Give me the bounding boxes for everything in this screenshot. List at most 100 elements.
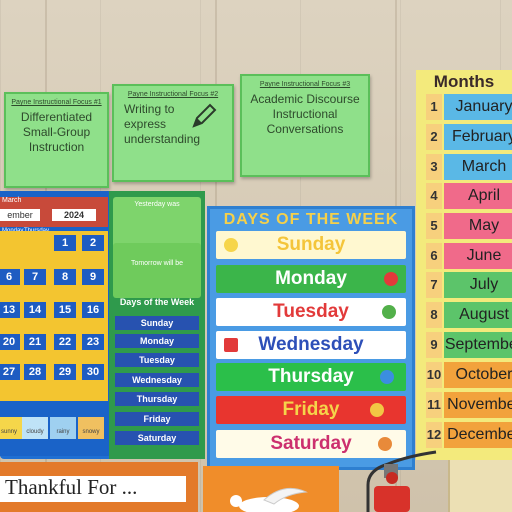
month-number: 2 <box>426 124 442 150</box>
date-cell: 2 <box>82 235 104 251</box>
month-number: 8 <box>426 302 442 328</box>
focus-card-3: Payne Instructional Focus #3 Academic Di… <box>240 74 370 177</box>
months-chart: Months 1 January 2 February 3 March 4 April 5 May… <box>416 70 512 460</box>
calendar-header: March ember 2024 <box>0 197 108 227</box>
day-strip-friday: Friday <box>216 396 406 424</box>
month-name: December <box>444 422 512 448</box>
months-title: Months <box>433 72 495 91</box>
month-row: 5 May <box>426 213 512 239</box>
week-chart-title: DAYS OF THE WEEK <box>223 211 399 228</box>
month-row: 12December <box>426 422 512 448</box>
dow-item: Wednesday <box>115 373 199 387</box>
day-label: Thursday <box>268 366 354 387</box>
day-strip-tuesday: Tuesday <box>216 298 406 326</box>
calendar-grid: 1 2 6 7 8 9 13 14 15 16 20 21 22 23 27 2… <box>0 231 108 401</box>
date-cell: 1 <box>54 235 76 251</box>
date-cell: 29 <box>54 364 76 380</box>
beige-panel <box>448 460 512 512</box>
day-strip-monday: Monday <box>216 265 406 293</box>
month-number: 12 <box>426 422 442 448</box>
day-label: Wednesday <box>258 334 364 355</box>
month-row: 1 January <box>426 94 512 120</box>
focus-card-body: Academic Discourse Instructional Convers… <box>250 92 360 136</box>
month-number: 10 <box>426 362 442 388</box>
date-cell: 13 <box>0 302 20 318</box>
month-name: March <box>444 154 512 180</box>
date-cell: 20 <box>0 334 20 350</box>
month-number: 7 <box>426 272 442 298</box>
month-name: June <box>444 243 512 269</box>
plant-icon <box>382 305 396 319</box>
month-number: 6 <box>426 243 442 269</box>
thankful-banner: Thankful For ... <box>0 462 198 512</box>
day-label: Tuesday <box>273 301 349 322</box>
day-label: Monday <box>275 268 347 289</box>
month-tab: ember <box>0 209 40 221</box>
month-row: 11November <box>426 392 512 418</box>
focus-card-1: Payne Instructional Focus #1 Differentia… <box>4 92 109 188</box>
date-cell: 8 <box>54 269 76 285</box>
globe-icon <box>380 370 394 384</box>
month-name: January <box>444 94 512 120</box>
day-label: Saturday <box>270 433 352 454</box>
month-name: August <box>444 302 512 328</box>
month-row: 10 October <box>426 362 512 388</box>
calendar-side-panel: Yesterday was Tomorrow will be Days of t… <box>109 191 205 459</box>
month-name: September <box>444 332 512 358</box>
paint-palette-icon <box>370 403 384 417</box>
date-cell: 7 <box>24 269 46 285</box>
month-number: 9 <box>426 332 442 358</box>
weather-card-rainy: rainy <box>50 417 76 439</box>
crayon-icon <box>224 338 238 352</box>
fire-extinguisher-icon <box>366 450 437 512</box>
date-cell: 27 <box>0 364 20 380</box>
month-row: 2 February <box>426 124 512 150</box>
date-cell: 21 <box>24 334 46 350</box>
month-row: 4 April <box>426 183 512 209</box>
month-name: October <box>444 362 512 388</box>
month-row: 6 June <box>426 243 512 269</box>
tomorrow-label: Tomorrow will be <box>130 260 184 267</box>
date-cell: 9 <box>82 269 104 285</box>
focus-card-subtitle: Payne Instructional Focus #3 <box>259 81 351 88</box>
day-label: Friday <box>282 399 340 420</box>
focus-card-body: Differentiated Small-Group Instruction <box>20 110 93 154</box>
thankful-text: Thankful For ... <box>5 475 138 499</box>
dow-item: Monday <box>115 334 199 348</box>
dow-item: Thursday <box>115 392 199 406</box>
month-name: April <box>444 183 512 209</box>
date-cell: 23 <box>82 334 104 350</box>
year-tab: 2024 <box>52 209 96 221</box>
pencil-icon <box>192 103 217 128</box>
month-number: 1 <box>426 94 442 120</box>
month-name: July <box>444 272 512 298</box>
dove-icon <box>230 487 308 512</box>
day-strip-sunday: Sunday <box>216 231 406 259</box>
apple-icon <box>384 272 398 286</box>
basketball-icon <box>378 437 392 451</box>
date-cell: 28 <box>24 364 46 380</box>
month-row: 3 March <box>426 154 512 180</box>
dow-item: Saturday <box>115 431 199 445</box>
month-row: 9September <box>426 332 512 358</box>
days-of-week-chart: DAYS OF THE WEEK Sunday Monday Tuesday W… <box>207 206 415 470</box>
month-row: 7 July <box>426 272 512 298</box>
focus-card-subtitle: Payne Instructional Focus #2 <box>127 91 219 98</box>
weather-card-sunny: sunny <box>0 417 22 439</box>
calendar-board: March ember 2024 Monday Thursday 1 2 6 7… <box>0 191 205 459</box>
day-strip-thursday: Thursday <box>216 363 406 391</box>
days-of-week-title: Days of the Week <box>119 297 195 307</box>
dow-item: Sunday <box>115 316 199 330</box>
weather-card-snowy: snowy <box>78 417 104 439</box>
day-label: Sunday <box>276 234 346 255</box>
month-number: 5 <box>426 213 442 239</box>
tomorrow-box: Tomorrow will be <box>113 243 201 298</box>
month-label: March <box>2 197 22 204</box>
dow-item: Tuesday <box>115 353 199 367</box>
month-number: 11 <box>426 392 442 418</box>
date-cell: 15 <box>54 302 76 318</box>
focus-card-body: Writing to express understanding <box>124 102 201 146</box>
month-name: February <box>444 124 512 150</box>
calendar-grid-panel: March ember 2024 Monday Thursday 1 2 6 7… <box>0 191 110 456</box>
focus-card-2: Payne Instructional Focus #2 Writing to … <box>112 84 234 182</box>
